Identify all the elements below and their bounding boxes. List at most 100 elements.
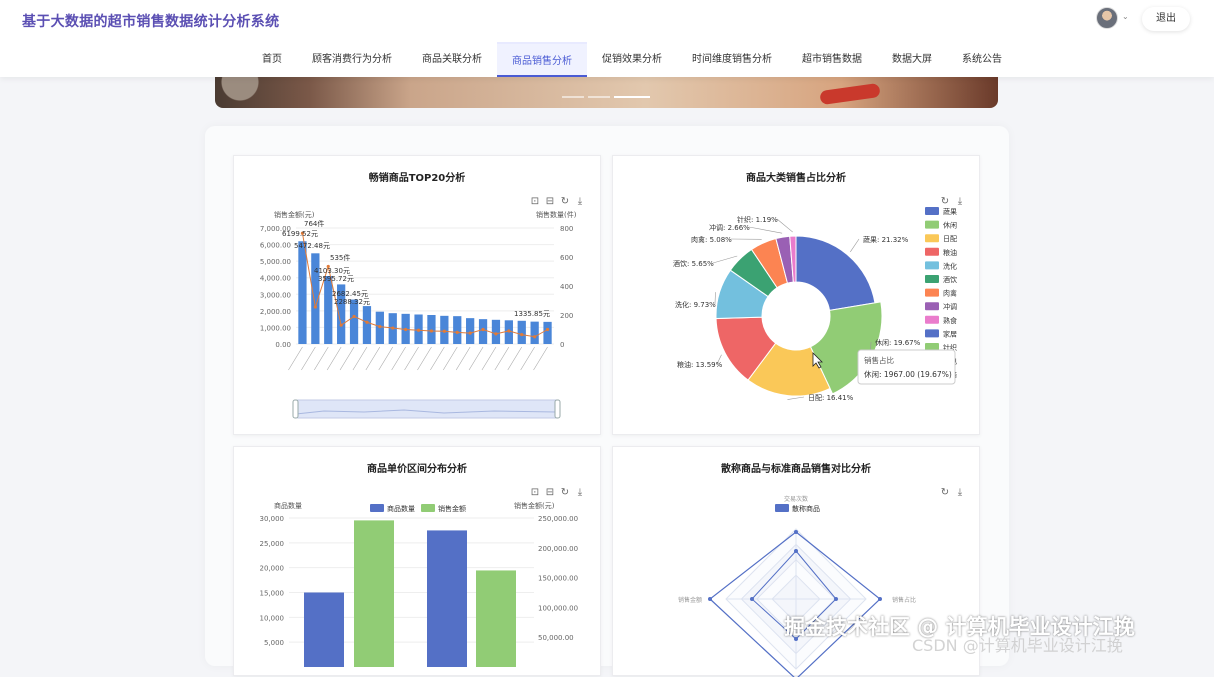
quantity-point: [469, 332, 472, 335]
y2-tick-label: 800: [560, 225, 573, 233]
legend-swatch: [925, 289, 939, 297]
legend-swatch: [925, 261, 939, 269]
y2-tick-label: 100,000.00: [538, 604, 578, 612]
banner-image: [215, 77, 265, 108]
x-tick-label: [379, 347, 393, 370]
bar-amount: [354, 520, 394, 667]
legend-swatch: [925, 275, 939, 283]
radar-point: [708, 597, 712, 601]
y-tick-label: 4,000.00: [260, 275, 291, 283]
nav-item[interactable]: 系统公告: [947, 42, 1017, 77]
x-tick-label: [314, 347, 328, 370]
data-label: 4103.30元: [314, 267, 350, 275]
bar: [466, 318, 474, 344]
bar: [350, 300, 358, 344]
bar: [543, 322, 551, 344]
radar-indicator: 销售占比: [892, 596, 916, 604]
label-line: [713, 256, 737, 263]
legend-label: 蔬果: [943, 207, 957, 216]
pie-label: 日配: 16.41%: [808, 394, 854, 402]
legend-label: 酒饮: [943, 275, 957, 284]
x-tick-label: [327, 347, 341, 370]
legend-swatch: [925, 234, 939, 242]
legend-label: 家居: [943, 329, 957, 338]
data-label: 2682.45元: [332, 290, 368, 298]
radar-point: [794, 549, 798, 553]
y-tick-label: 6,000.00: [260, 242, 291, 250]
quantity-point: [314, 305, 317, 308]
y-tick-label: 15,000: [260, 590, 285, 598]
quantity-point: [456, 331, 459, 334]
x-tick-label: [443, 347, 457, 370]
nav-item[interactable]: 商品销售分析: [497, 42, 587, 77]
legend-swatch: [925, 316, 939, 324]
x-tick-label: [430, 347, 444, 370]
bar: [298, 241, 306, 344]
y-tick-label: 3,000.00: [260, 291, 291, 299]
x-tick-label: [340, 347, 354, 370]
quantity-point: [481, 328, 484, 331]
chevron-down-icon[interactable]: ⌄: [1122, 12, 1129, 21]
y-tick-label: 30,000: [260, 515, 285, 523]
y2-tick-label: 200: [560, 312, 573, 320]
carousel-dot-active[interactable]: [614, 96, 650, 98]
quantity-point: [404, 328, 407, 331]
y-tick-label: 5,000: [264, 639, 284, 647]
quantity-point: [365, 321, 368, 324]
y-tick-label: 1,000.00: [260, 324, 291, 332]
radar-point: [834, 597, 838, 601]
legend-swatch: [775, 504, 789, 512]
x-tick-label: [469, 347, 483, 370]
radar-indicator: 销售金额: [678, 596, 702, 604]
user-avatar-icon[interactable]: [1096, 7, 1118, 29]
banner-carousel: [215, 77, 998, 108]
y2-axis-label: 销售数量(件): [536, 210, 577, 219]
nav-item[interactable]: 促销效果分析: [587, 42, 677, 77]
legend-label: 散称商品: [792, 504, 820, 513]
top20-chart: 销售金额(元)销售数量(件)0.001,000.002,000.003,000.…: [234, 156, 602, 436]
main-nav: 首页顾客消费行为分析商品关联分析商品销售分析促销效果分析时间维度销售分析超市销售…: [247, 42, 1017, 77]
nav-item[interactable]: 数据大屏: [877, 42, 947, 77]
x-tick-label: [288, 347, 302, 370]
bar: [518, 321, 526, 344]
bar: [363, 306, 371, 344]
nav-item[interactable]: 时间维度销售分析: [677, 42, 787, 77]
quantity-point: [520, 333, 523, 336]
quantity-point: [378, 325, 381, 328]
bar-quantity: [304, 593, 344, 668]
radar-point: [794, 530, 798, 534]
datazoom-handle: [293, 400, 298, 418]
x-tick-label: [534, 347, 548, 370]
carousel-dot[interactable]: [562, 96, 584, 98]
bar: [324, 276, 332, 344]
y-tick-label: 0.00: [275, 341, 291, 349]
quantity-point: [340, 324, 343, 327]
y2-axis-label: 销售金额(元): [514, 501, 555, 510]
data-label: 6199.52元: [282, 230, 318, 238]
quantity-point: [507, 329, 510, 332]
label-line: [850, 239, 859, 252]
quantity-point: [494, 332, 497, 335]
logout-button[interactable]: 退出: [1142, 7, 1190, 31]
nav-item[interactable]: 超市销售数据: [787, 42, 877, 77]
nav-item[interactable]: 首页: [247, 42, 297, 77]
label-line: [749, 227, 782, 233]
y2-tick-label: 150,000.00: [538, 575, 578, 583]
carousel-dot[interactable]: [588, 96, 610, 98]
y2-tick-label: 0: [560, 341, 564, 349]
data-label: 1335.85元: [514, 310, 550, 318]
y-axis-label: 销售金额(元): [274, 210, 315, 219]
x-tick-label: [521, 347, 535, 370]
x-tick-label: [456, 347, 470, 370]
legend-swatch: [925, 207, 939, 215]
quantity-point: [352, 315, 355, 318]
nav-item[interactable]: 顾客消费行为分析: [297, 42, 407, 77]
category-pie-chart: 蔬果: 21.32%休闲: 19.67%日配: 16.41%粮油: 13.59%…: [613, 156, 981, 436]
quantity-point: [417, 329, 420, 332]
x-tick-label: [353, 347, 367, 370]
nav-item[interactable]: 商品关联分析: [407, 42, 497, 77]
quantity-point: [430, 329, 433, 332]
legend-label: 日配: [943, 235, 957, 243]
y-tick-label: 10,000: [260, 614, 285, 622]
quantity-point: [443, 330, 446, 333]
